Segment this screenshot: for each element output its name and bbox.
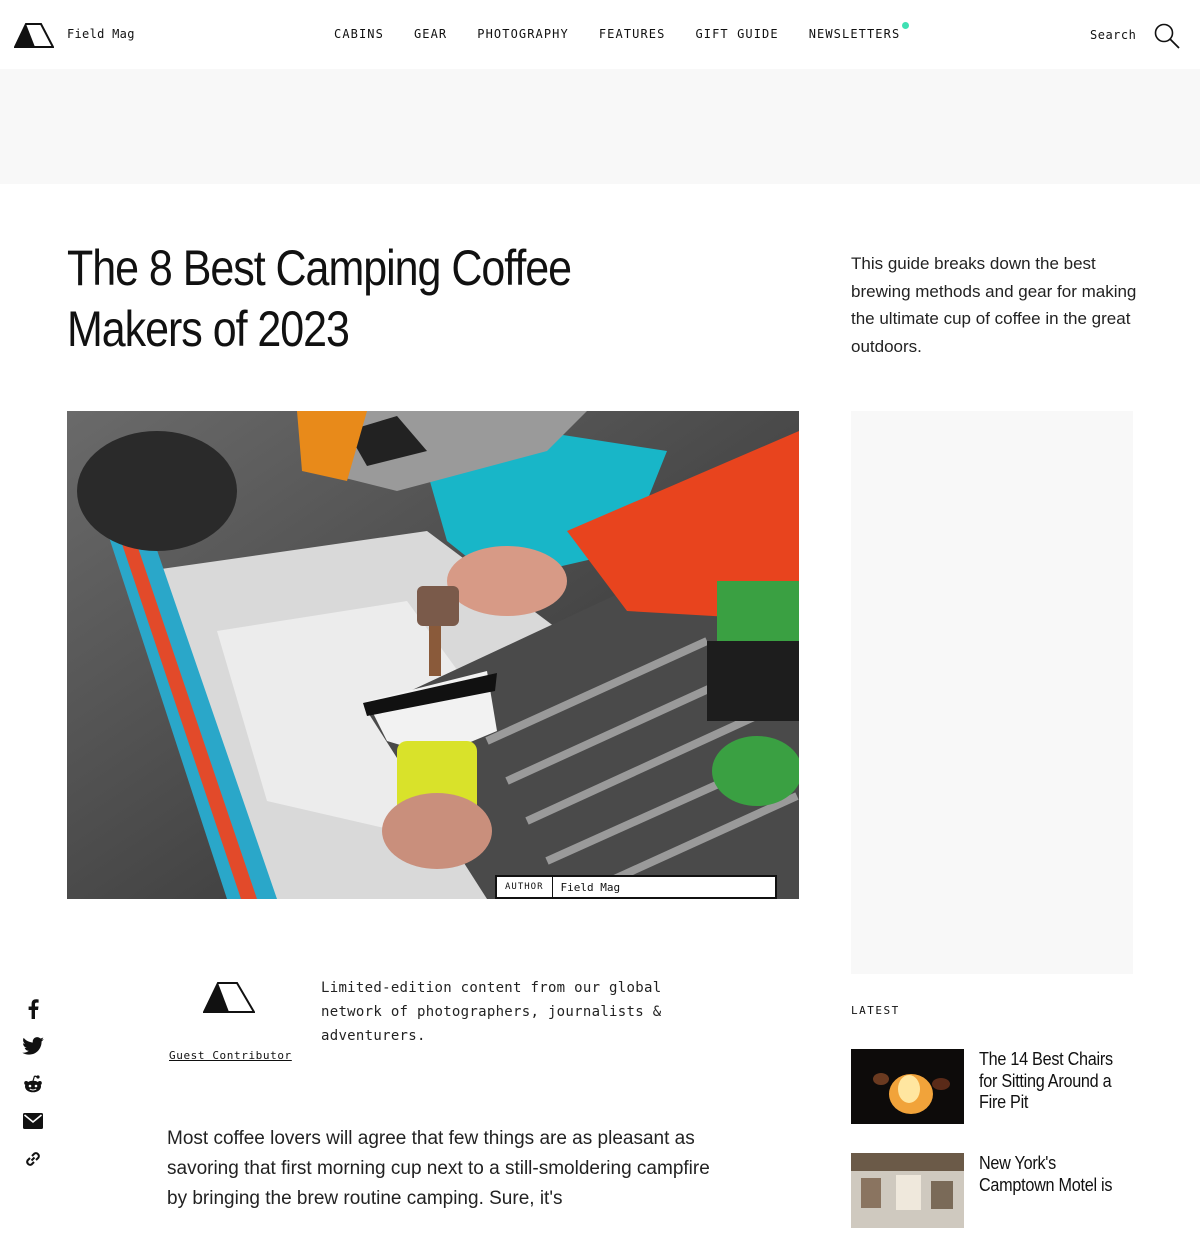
- contributor-logo-icon: [203, 982, 255, 1013]
- site-header: Field Mag CABINS GEAR PHOTOGRAPHY FEATUR…: [0, 0, 1200, 69]
- latest-item-camptown[interactable]: New York's Camptown Motel is: [851, 1153, 1141, 1233]
- contributor-description: Limited-edition content from our global …: [321, 980, 662, 1044]
- author-name[interactable]: Field Mag: [553, 881, 621, 894]
- latest-thumbnail-motel[interactable]: [851, 1153, 964, 1228]
- latest-thumbnail-fire[interactable]: [851, 1049, 964, 1124]
- article-dek: This guide breaks down the best brewing …: [851, 254, 1137, 356]
- latest-title[interactable]: The 14 Best Chairs for Sitting Around a …: [979, 1049, 1132, 1114]
- nav-newsletters-label: NEWSLETTERS: [808, 27, 901, 41]
- new-indicator-dot: [902, 22, 910, 29]
- title-line-1: The 8 Best Camping Coffee: [67, 240, 572, 296]
- nav-gift-guide[interactable]: GIFT GUIDE: [695, 27, 778, 41]
- twitter-icon[interactable]: [22, 1035, 44, 1057]
- top-ad-slot: [0, 69, 1200, 184]
- author-tag[interactable]: AUTHOR Field Mag: [495, 875, 777, 899]
- article-body: Most coffee lovers will agree that few t…: [167, 1128, 710, 1209]
- email-icon[interactable]: [22, 1110, 44, 1132]
- main-nav: CABINS GEAR PHOTOGRAPHY FEATURES GIFT GU…: [334, 22, 930, 41]
- field-mag-logo-icon[interactable]: [14, 22, 54, 48]
- nav-features[interactable]: FEATURES: [599, 27, 666, 41]
- author-label: AUTHOR: [497, 877, 553, 897]
- sidebar-ad-slot: [851, 411, 1133, 974]
- title-line-2: Makers of 2023: [67, 301, 350, 357]
- latest-title[interactable]: New York's Camptown Motel is: [979, 1153, 1132, 1196]
- nav-gear[interactable]: GEAR: [414, 27, 447, 41]
- latest-item-chairs[interactable]: The 14 Best Chairs for Sitting Around a …: [851, 1049, 1141, 1129]
- reddit-icon[interactable]: [22, 1073, 44, 1095]
- nav-cabins[interactable]: CABINS: [334, 27, 384, 41]
- guest-contributor-link[interactable]: Guest Contributor: [169, 1049, 292, 1062]
- hero-image: [67, 411, 799, 899]
- link-icon[interactable]: [22, 1148, 44, 1170]
- search-icon[interactable]: [1153, 22, 1181, 50]
- hero-photo-illustration: [67, 411, 799, 899]
- nav-photography[interactable]: PHOTOGRAPHY: [477, 27, 569, 41]
- brand-name[interactable]: Field Mag: [67, 27, 135, 41]
- latest-heading: LATEST: [851, 1004, 900, 1017]
- facebook-icon[interactable]: [22, 998, 44, 1020]
- search-label[interactable]: Search: [1090, 28, 1136, 42]
- nav-newsletters[interactable]: NEWSLETTERS: [808, 22, 910, 41]
- article-title: The 8 Best Camping Coffee Makers of 2023: [67, 238, 583, 360]
